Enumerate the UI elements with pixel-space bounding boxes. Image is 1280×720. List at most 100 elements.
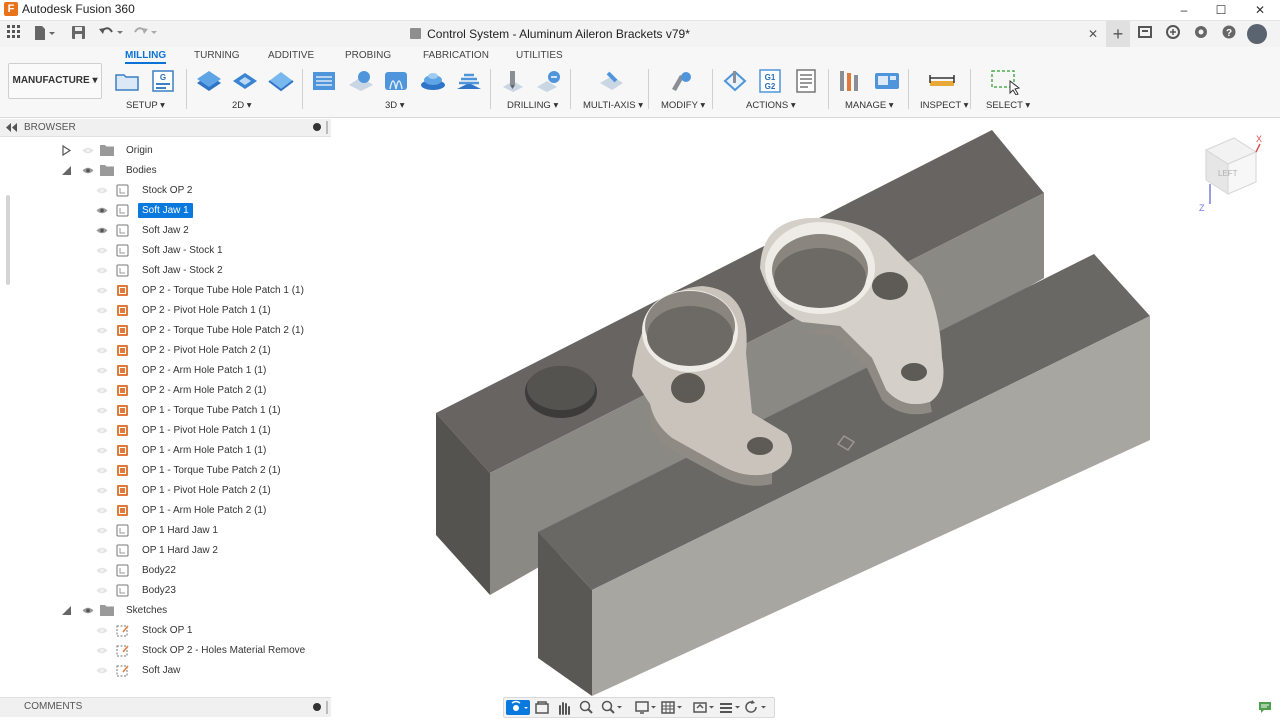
zoom-icon[interactable] (578, 700, 594, 715)
browser-item-row[interactable]: OP 1 - Arm Hole Patch 2 (1) (0, 501, 330, 521)
drilling-group-label[interactable]: DRILLING ▾ (507, 100, 558, 111)
visibility-eye-icon[interactable] (82, 606, 94, 614)
visibility-eye-icon[interactable] (96, 646, 108, 654)
tab-probing[interactable]: PROBING (345, 50, 391, 61)
look-at-icon[interactable] (534, 700, 550, 715)
visibility-eye-icon[interactable] (96, 186, 108, 194)
visibility-eye-icon[interactable] (96, 246, 108, 254)
browser-item-row[interactable]: Stock OP 1 (0, 621, 330, 641)
visibility-eye-icon[interactable] (96, 446, 108, 454)
visibility-eye-icon[interactable] (96, 426, 108, 434)
setup-sheet-tool-icon[interactable]: G (150, 69, 176, 93)
browser-item-row[interactable]: Body22 (0, 561, 330, 581)
modify-group-label[interactable]: MODIFY ▾ (661, 100, 705, 111)
visibility-eye-icon[interactable] (96, 406, 108, 414)
comments-resize-handle[interactable] (326, 701, 328, 714)
new-tab-button[interactable]: + (1106, 21, 1130, 47)
contour-icon[interactable] (419, 69, 445, 93)
visibility-eye-icon[interactable] (96, 346, 108, 354)
browser-header[interactable]: BROWSER (0, 119, 331, 137)
visibility-eye-icon[interactable] (96, 226, 108, 234)
collapse-arrow-icon[interactable] (61, 605, 72, 616)
browser-item-row[interactable]: Soft Jaw 1 (0, 201, 330, 221)
setup-sheet-icon[interactable] (793, 69, 819, 93)
document-tab[interactable]: Control System - Aluminum Aileron Bracke… (0, 21, 1100, 47)
2d-adaptive-icon[interactable] (195, 69, 221, 93)
viewports-icon[interactable] (692, 700, 716, 715)
visibility-eye-icon[interactable] (82, 146, 94, 154)
tab-additive[interactable]: ADDITIVE (268, 50, 314, 61)
browser-item-row[interactable]: OP 1 - Pivot Hole Patch 2 (1) (0, 481, 330, 501)
post-process-icon[interactable]: G1 G2 (757, 69, 783, 93)
display-settings-icon[interactable] (634, 700, 658, 715)
viewport-canvas[interactable] (332, 118, 1280, 696)
workspace-switcher-button[interactable]: MANUFACTURE ▾ (8, 63, 102, 99)
3d-adaptive-icon[interactable] (311, 69, 337, 93)
expand-arrow-icon[interactable] (61, 144, 72, 157)
visibility-eye-icon[interactable] (96, 306, 108, 314)
browser-item-row[interactable]: OP 1 - Torque Tube Patch 1 (1) (0, 401, 330, 421)
browser-pin-icon[interactable] (313, 123, 321, 131)
visibility-eye-icon[interactable] (96, 386, 108, 394)
maximize-button[interactable]: ☐ (1203, 0, 1239, 20)
visibility-eye-icon[interactable] (96, 546, 108, 554)
select-group-label[interactable]: SELECT ▾ (986, 100, 1030, 111)
browser-item-row[interactable]: OP 1 Hard Jaw 1 (0, 521, 330, 541)
grid-settings-icon[interactable] (660, 700, 684, 715)
browser-item-row[interactable]: Soft Jaw 2 (0, 221, 330, 241)
new-folder-tool-icon[interactable] (114, 69, 140, 93)
machine-library-icon[interactable] (873, 69, 899, 93)
scallop-icon[interactable] (455, 69, 481, 93)
browser-item-row[interactable]: OP 1 - Torque Tube Patch 2 (1) (0, 461, 330, 481)
browser-item-row[interactable]: OP 1 - Arm Hole Patch 1 (1) (0, 441, 330, 461)
collapse-arrow-icon[interactable] (61, 165, 72, 176)
job-status-icon[interactable] (1138, 25, 1152, 43)
browser-folder-row[interactable]: Bodies (0, 161, 330, 181)
visibility-eye-icon[interactable] (96, 586, 108, 594)
fit-icon[interactable] (600, 700, 624, 715)
browser-item-row[interactable]: Body23 (0, 581, 330, 601)
visibility-eye-icon[interactable] (96, 266, 108, 274)
browser-item-row[interactable]: Soft Jaw - Stock 2 (0, 261, 330, 281)
minimize-button[interactable]: – (1166, 0, 1202, 20)
hole-recognition-icon[interactable] (535, 69, 561, 93)
browser-item-row[interactable]: Soft Jaw - Stock 1 (0, 241, 330, 261)
manage-group-label[interactable]: MANAGE ▾ (845, 100, 894, 111)
browser-item-row[interactable]: OP 2 - Arm Hole Patch 1 (1) (0, 361, 330, 381)
simulate-icon[interactable] (721, 69, 747, 93)
multi-axis-icon[interactable] (597, 69, 623, 93)
visibility-eye-icon[interactable] (96, 526, 108, 534)
browser-folder-row[interactable]: Origin (0, 141, 330, 161)
visibility-eye-icon[interactable] (96, 566, 108, 574)
modify-toolpath-icon[interactable] (668, 69, 694, 93)
visibility-eye-icon[interactable] (96, 486, 108, 494)
2d-group-label[interactable]: 2D ▾ (232, 100, 252, 111)
browser-item-row[interactable]: OP 2 - Torque Tube Hole Patch 1 (1) (0, 281, 330, 301)
text-commands-icon[interactable] (1258, 701, 1272, 713)
comments-panel[interactable]: COMMENTS (0, 697, 331, 717)
browser-resize-handle[interactable] (326, 121, 328, 134)
browser-item-row[interactable]: OP 2 - Pivot Hole Patch 1 (1) (0, 301, 330, 321)
2d-pocket-icon[interactable] (231, 69, 257, 93)
face-icon[interactable] (267, 69, 294, 93)
collapse-browser-icon[interactable] (6, 123, 18, 135)
tab-utilities[interactable]: UTILITIES (516, 50, 563, 61)
actions-group-label[interactable]: ACTIONS ▾ (746, 100, 796, 111)
visibility-eye-icon[interactable] (96, 466, 108, 474)
visibility-eye-icon[interactable] (96, 366, 108, 374)
browser-item-row[interactable]: OP 2 - Pivot Hole Patch 2 (1) (0, 341, 330, 361)
visibility-eye-icon[interactable] (96, 506, 108, 514)
tool-library-icon[interactable] (837, 69, 863, 93)
community-icon[interactable] (1194, 25, 1208, 43)
browser-folder-row[interactable]: Sketches (0, 601, 330, 621)
visibility-eye-icon[interactable] (96, 206, 108, 214)
visibility-eye-icon[interactable] (96, 326, 108, 334)
measure-icon[interactable] (928, 69, 955, 93)
browser-item-row[interactable]: Stock OP 2 (0, 181, 330, 201)
drill-icon[interactable] (499, 69, 525, 93)
help-icon[interactable]: ? (1222, 25, 1236, 43)
tab-milling[interactable]: MILLING (125, 50, 167, 64)
tab-fabrication[interactable]: FABRICATION (423, 50, 489, 61)
visibility-eye-icon[interactable] (82, 166, 94, 174)
comments-add-icon[interactable] (313, 703, 321, 711)
